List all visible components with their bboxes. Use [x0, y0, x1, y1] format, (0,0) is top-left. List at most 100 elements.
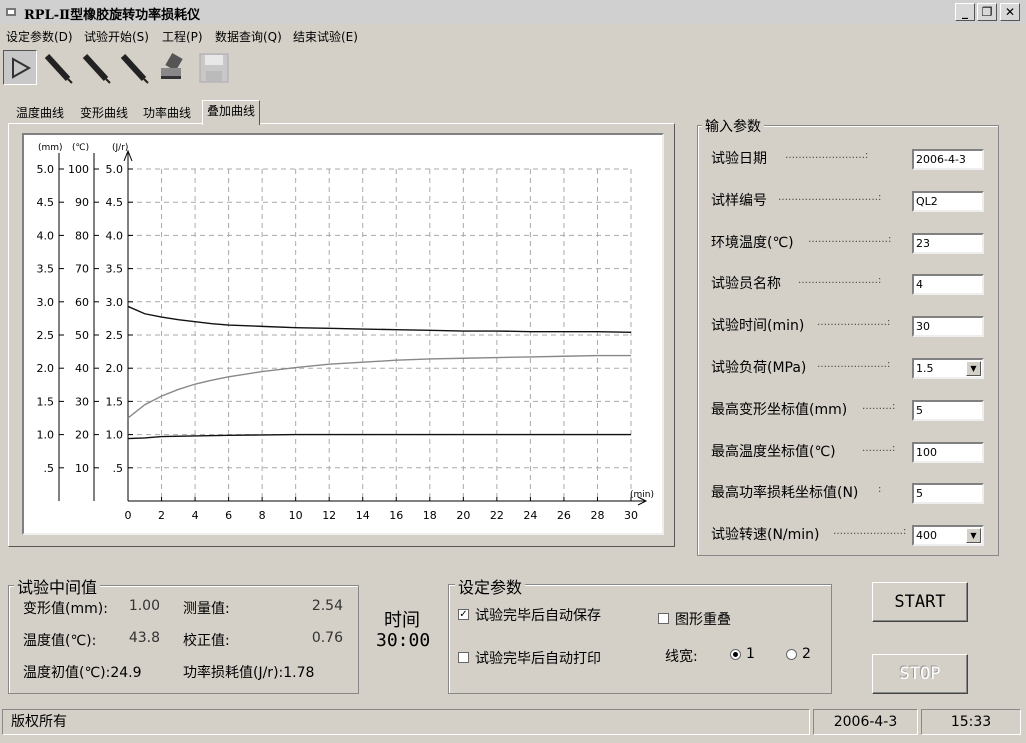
y-tick-label: 40 [75, 362, 89, 375]
tab-overlay-curve[interactable]: 叠加曲线 [202, 100, 261, 125]
y-tick-label: 4.5 [106, 196, 124, 209]
window-title: RPL-Ⅱ型橡胶旋转功率损耗仪 [24, 8, 201, 23]
pen-icon [44, 53, 73, 84]
param-label: 试样编号 [711, 192, 767, 209]
pen-tool-1-button[interactable] [41, 50, 75, 85]
y-tick-label: 20 [75, 429, 89, 442]
chevron-down-icon[interactable]: ▼ [966, 528, 981, 544]
menu-data-query[interactable]: 数据查询(Q) [215, 28, 282, 45]
stamp-button[interactable] [155, 50, 189, 85]
status-copyright: 版权所有 [2, 709, 810, 735]
pen-tool-3-button[interactable] [117, 50, 151, 85]
x-tick-label: 6 [225, 509, 232, 522]
restore-icon: ❐ [981, 5, 993, 19]
overlay-label: 图形重叠 [675, 612, 731, 628]
minimize-button[interactable]: _ [955, 3, 975, 21]
y-tick-label: 1.5 [106, 395, 124, 408]
minimize-icon: _ [962, 5, 968, 19]
app-icon [6, 8, 16, 16]
param-input[interactable]: 4 [912, 274, 984, 296]
param-input[interactable]: QL2 [912, 190, 984, 212]
param-select[interactable]: 400 ▼ [912, 525, 984, 547]
menu-setup[interactable]: 设定参数(D) [6, 28, 73, 45]
x-tick-label: 18 [423, 509, 437, 522]
y-tick-label: 4.0 [37, 229, 55, 242]
time-label: 时间 [384, 610, 420, 631]
axis-unit-label: (mm) [38, 143, 63, 153]
x-tick-label: 8 [259, 509, 266, 522]
auto-print-checkbox[interactable] [458, 652, 469, 663]
pen-icon [82, 53, 111, 84]
linewidth-1-radio[interactable] [730, 649, 741, 660]
param-value: 2006-4-3 [916, 153, 966, 166]
overlay-checkbox[interactable] [658, 613, 669, 624]
restore-button[interactable]: ❐ [977, 3, 997, 21]
param-leader: : [878, 484, 882, 496]
y-tick-label: 3.5 [37, 263, 55, 276]
y-tick-label: 60 [75, 296, 89, 309]
correct-value: 0.76 [311, 630, 343, 646]
series-line-2 [127, 433, 631, 440]
input-params-title: 输入参数 [702, 116, 764, 136]
param-input[interactable]: 2006-4-3 [912, 149, 984, 170]
tab-power-curve[interactable]: 功率曲线 [139, 103, 195, 123]
deform-value: 1.00 [128, 598, 160, 614]
y-tick-label: 1.5 [37, 395, 55, 408]
start-button[interactable]: START [872, 582, 968, 622]
y-tick-label: 3.0 [37, 296, 55, 309]
y-tick-label: 100 [68, 163, 89, 176]
power-loss: 功率损耗值(J/r):1.78 [183, 665, 315, 681]
linewidth-2-radio[interactable] [786, 649, 797, 660]
close-button[interactable]: ✕ [1000, 3, 1020, 21]
linewidth-label: 线宽: [665, 649, 698, 665]
settings-group [448, 584, 832, 694]
param-label: 试验转速(N/min) [711, 527, 820, 544]
y-tick-label: 10 [75, 462, 89, 475]
deform-label: 变形值(mm): [23, 601, 108, 617]
play-button[interactable] [3, 50, 37, 85]
check-icon: ✓ [459, 609, 468, 620]
param-input[interactable]: 100 [912, 441, 984, 463]
param-leader: ……………………: [785, 150, 869, 161]
menu-start-test[interactable]: 试验开始(S) [84, 28, 149, 45]
y-tick-label: 5.0 [106, 163, 124, 176]
linewidth-1-label: 1 [746, 646, 755, 662]
menu-project[interactable]: 工程(P) [162, 28, 203, 45]
param-label: 试验日期 [711, 151, 767, 167]
linewidth-2-label: 2 [802, 646, 811, 662]
param-value: 5 [916, 403, 923, 417]
param-input[interactable]: 5 [912, 399, 984, 421]
time-value: 30:00 [376, 630, 431, 651]
param-leader: ………: [862, 442, 896, 454]
x-tick-label: 30 [624, 509, 638, 522]
param-label: 试验时间(min) [711, 318, 805, 335]
param-select[interactable]: 1.5 ▼ [912, 358, 984, 379]
series-line-1 [127, 354, 631, 419]
param-value: QL2 [916, 194, 938, 208]
y-tick-label: .5 [113, 462, 124, 475]
save-button[interactable] [197, 50, 231, 85]
menu-bar: 设定参数(D) 试验开始(S) 工程(P) 数据查询(Q) 结束试验(E) [0, 25, 1026, 45]
param-label: 试验负荷(MPa) [711, 360, 807, 376]
settings-title: 设定参数 [455, 574, 526, 598]
overlay-chart: (mm) (℃) (J/r)(min)5.04.54.03.53.02.52.01.… [37, 143, 655, 522]
menu-end-test[interactable]: 结束试验(E) [293, 28, 358, 45]
pen-tool-2-button[interactable] [79, 50, 113, 85]
param-leader: ……………………: [798, 275, 882, 287]
auto-save-checkbox[interactable]: ✓ [458, 609, 469, 620]
status-time: 15:33 [921, 709, 1021, 735]
param-label: 试验员名称 [711, 276, 781, 293]
param-label: 最高功率损耗坐标值(N) [711, 485, 859, 502]
param-input[interactable]: 5 [912, 483, 984, 505]
param-value: 400 [916, 529, 937, 543]
param-input[interactable]: 30 [912, 316, 984, 338]
tab-temperature-curve[interactable]: 温度曲线 [12, 103, 68, 123]
param-input[interactable]: 23 [912, 232, 984, 254]
temp-value: 43.8 [128, 630, 160, 646]
save-icon [199, 53, 229, 83]
stop-button[interactable]: STOP [872, 654, 968, 694]
chevron-down-icon[interactable]: ▼ [966, 361, 981, 376]
tab-deformation-curve[interactable]: 变形曲线 [76, 103, 132, 123]
x-axis-label: (min) [630, 490, 654, 500]
x-tick-label: 24 [523, 509, 537, 522]
